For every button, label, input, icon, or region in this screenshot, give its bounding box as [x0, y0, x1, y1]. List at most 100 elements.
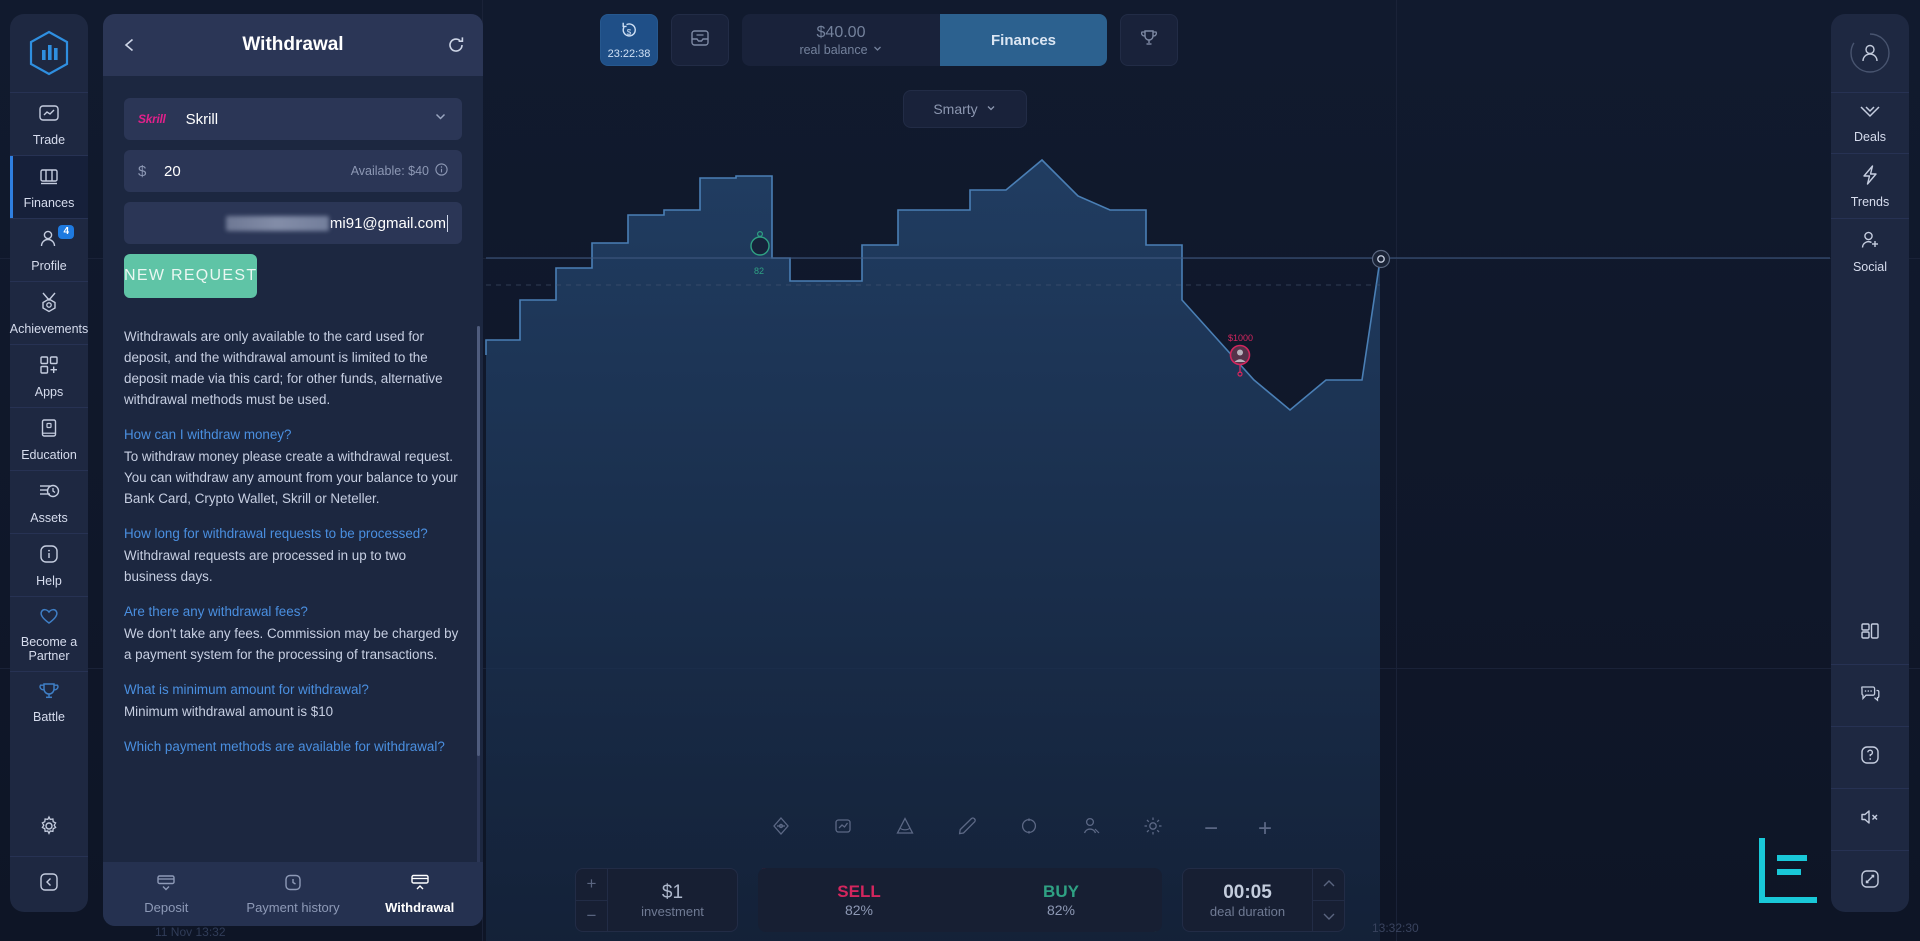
finances-wallet-icon [38, 165, 60, 192]
sidebar-item-become-a-partner[interactable]: Become a Partner [10, 596, 88, 671]
buy-label: BUY [1043, 882, 1079, 901]
sidebar-label: Apps [34, 385, 64, 399]
indicator-diamond-icon[interactable] [770, 815, 792, 842]
faq-question[interactable]: Are there any withdrawal fees? [124, 601, 462, 622]
sidebar-item-social[interactable]: Social [1831, 218, 1909, 283]
buy-payout: 82% [1046, 902, 1076, 918]
tab-deposit[interactable]: Deposit [103, 874, 230, 915]
sidebar-item-assets[interactable]: Assets [10, 470, 88, 533]
history-clock-icon [283, 874, 303, 895]
tab-payment-history[interactable]: Payment history [230, 874, 357, 915]
asset-name: Smarty [933, 101, 978, 117]
sidebar-item-help[interactable]: Help [10, 533, 88, 596]
faq-question[interactable]: How can I withdraw money? [124, 424, 462, 445]
fullscreen-button[interactable] [1831, 850, 1909, 912]
settings-sun-icon[interactable] [1142, 815, 1164, 842]
sell-button[interactable]: SELL 82% [758, 868, 960, 932]
sidebar-item-achievements[interactable]: Achievements [10, 281, 88, 344]
investment-value-area[interactable]: $1 investment [608, 869, 737, 931]
duration-value: 00:05 [1223, 881, 1272, 903]
sidebar-item-trends[interactable]: Trends [1831, 153, 1909, 218]
signals-person-icon[interactable] [1080, 815, 1102, 842]
sidebar-item-finances[interactable]: Finances [10, 155, 88, 218]
chat-button[interactable] [1831, 664, 1909, 726]
avatar-progress-icon [1850, 33, 1890, 73]
trade-chart-icon [38, 102, 60, 129]
panel-tabs: Deposit Payment history Withdrawal [103, 862, 483, 926]
draw-pencil-icon[interactable] [956, 815, 978, 842]
sell-payout: 82% [844, 902, 874, 918]
tournaments-button[interactable] [1120, 14, 1178, 66]
shapes-circle-icon[interactable] [1018, 815, 1040, 842]
info-circle-icon[interactable] [435, 163, 448, 179]
text-caret [447, 214, 448, 232]
panel-refresh-button[interactable] [447, 36, 465, 54]
available-balance-text: Available: $40 [350, 164, 429, 178]
panel-scrollbar-thumb[interactable] [477, 326, 480, 756]
profile-badge: 4 [58, 225, 74, 239]
chevron-down-icon [985, 101, 997, 117]
sidebar-label: Social [1852, 260, 1888, 274]
sidebar-label: Help [36, 574, 62, 588]
payment-method-select[interactable]: Skrill Skrill [124, 98, 462, 140]
amount-input[interactable]: 20 [164, 163, 181, 180]
sidebar-label: Achievements [9, 322, 89, 336]
real-balance-selector[interactable]: $40.00 real balance [742, 14, 940, 66]
chart-zoom-in-button[interactable]: + [1258, 816, 1272, 841]
assets-clock-list-icon [38, 480, 60, 507]
duration-value-area[interactable]: 00:05 deal duration [1183, 869, 1312, 931]
panel-back-button[interactable] [121, 36, 139, 54]
deposit-card-down-icon [156, 874, 176, 895]
tab-withdrawal[interactable]: Withdrawal [356, 874, 483, 915]
email-input-row[interactable]: mi91@gmail.com [124, 202, 462, 244]
sidebar-item-trade[interactable]: Trade [10, 92, 88, 155]
investment-decrease-button[interactable]: − [576, 901, 607, 932]
skrill-brand-icon: Skrill [138, 112, 166, 126]
duration-decrease-button[interactable] [1313, 901, 1344, 932]
sound-toggle-button[interactable] [1831, 788, 1909, 850]
sidebar-item-profile[interactable]: 4 Profile [10, 218, 88, 281]
chart-marker-deal-open[interactable]: 82 [749, 230, 771, 276]
investment-increase-button[interactable]: + [576, 869, 607, 901]
sidebar-item-apps[interactable]: Apps [10, 344, 88, 407]
sidebar-item-battle[interactable]: Battle [10, 671, 88, 732]
faq-question[interactable]: What is minimum amount for withdrawal? [124, 679, 462, 700]
sound-muted-icon [1859, 806, 1881, 833]
layout-button[interactable] [1831, 603, 1909, 664]
help-button[interactable] [1831, 726, 1909, 788]
svg-text:$: $ [627, 28, 632, 37]
chart-zoom-out-button[interactable]: − [1204, 816, 1218, 841]
inbox-button[interactable] [671, 14, 729, 66]
trade-controls: + − $1 investment SELL 82% BUY 82% 00:05… [575, 868, 1345, 932]
faq-question[interactable]: How long for withdrawal requests to be p… [124, 523, 462, 544]
avatar[interactable] [1831, 14, 1909, 92]
available-balance-hint: Available: $40 [351, 163, 448, 179]
investment-label: investment [641, 903, 704, 919]
buy-button[interactable]: BUY 82% [960, 868, 1162, 932]
quantity-stepper: + − [576, 869, 608, 931]
settings-gear-icon [38, 815, 60, 842]
shapes-triangle-icon[interactable] [894, 815, 916, 842]
new-request-button[interactable]: NEW REQUEST [124, 254, 258, 298]
faq-answer: Withdrawal requests are processed in up … [124, 548, 407, 584]
app-root: 82 $1000 13:32:30 Trade Finances 4 Profi… [0, 0, 1920, 941]
duration-label: deal duration [1209, 903, 1286, 919]
money-back-timer-button[interactable]: $ 23:22:38 [600, 14, 658, 66]
asset-selector-smarty[interactable]: Smarty [903, 90, 1027, 128]
duration-increase-button[interactable] [1313, 869, 1344, 901]
email-field[interactable]: mi91@gmail.com [330, 215, 446, 232]
sidebar-label: Trade [32, 133, 66, 147]
panel-body: Skrill Skrill $ 20 Available: $40 mi91@g… [103, 76, 483, 862]
chart-marker-price-label: $1000 [1228, 333, 1254, 343]
sidebar-collapse-button[interactable] [10, 856, 88, 912]
app-logo[interactable] [10, 14, 88, 92]
sidebar-item-education[interactable]: Education [10, 407, 88, 470]
sidebar-item-deals[interactable]: Deals [1831, 92, 1909, 153]
amount-input-row[interactable]: $ 20 Available: $40 [124, 150, 462, 192]
social-add-person-icon [1859, 229, 1881, 256]
achievements-medal-icon [38, 291, 60, 318]
sidebar-settings-button[interactable] [10, 801, 88, 856]
faq-question[interactable]: Which payment methods are available for … [124, 736, 462, 757]
chart-type-icon[interactable] [832, 815, 854, 842]
finances-button[interactable]: Finances [940, 14, 1107, 66]
